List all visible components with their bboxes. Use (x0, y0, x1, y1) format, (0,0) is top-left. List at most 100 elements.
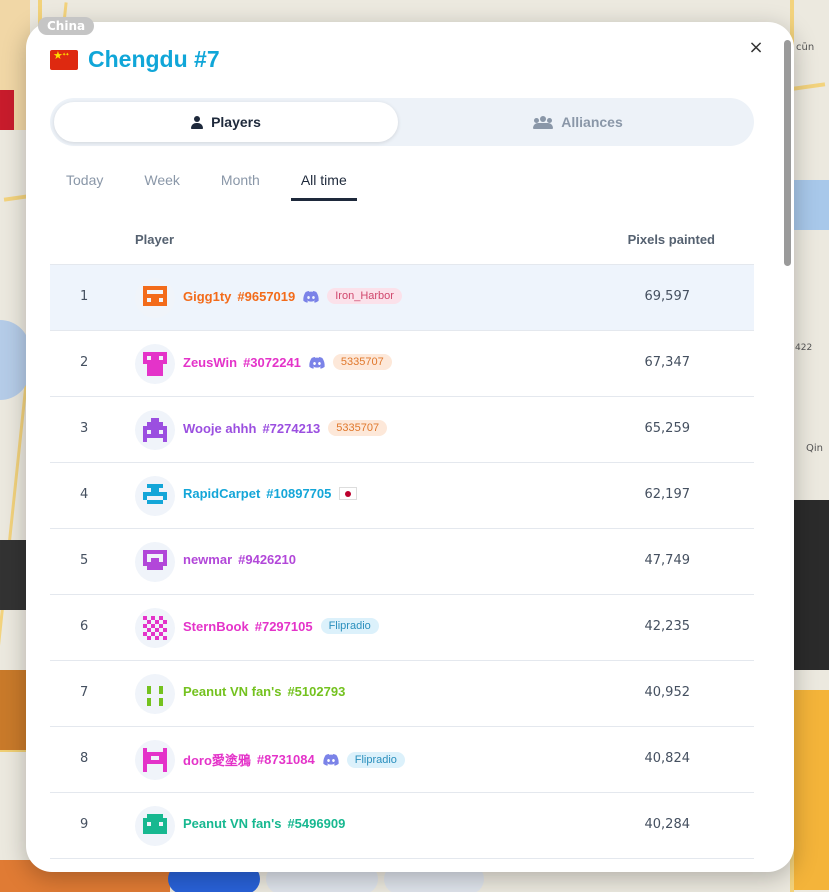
player-username[interactable]: ZeusWin (183, 355, 237, 370)
alliance-badge[interactable]: Flipradio (320, 618, 379, 634)
player-name[interactable]: SternBook #7297105 Flipradio (183, 618, 379, 634)
rank: 2 (80, 355, 89, 370)
rank: 1 (80, 289, 89, 304)
table-row[interactable]: 5 newmar #9426210 47,749 (50, 529, 754, 595)
scrollbar[interactable] (784, 40, 791, 266)
player-id: #9426210 (238, 552, 296, 567)
tab-alliances[interactable]: Alliances (406, 102, 750, 142)
table-row[interactable]: 8 doro愛塗鴉 #8731084 Flipradio 40,824 (50, 727, 754, 793)
player-name[interactable]: Gigg1ty #9657019 Iron_Harbor (183, 288, 402, 304)
map-water (794, 180, 829, 230)
table-header: Player Pixels painted (50, 222, 754, 262)
tab-alliances-label: Alliances (561, 114, 623, 130)
table-row[interactable]: 2 ZeusWin #3072241 5335707 67,347 (50, 331, 754, 397)
tab-today[interactable]: Today (56, 164, 113, 201)
users-icon (533, 115, 554, 129)
segmented-control: Players Alliances (50, 98, 754, 146)
rank: 8 (80, 751, 89, 766)
player-username[interactable]: newmar (183, 552, 232, 567)
avatar[interactable] (135, 476, 175, 516)
player-id: #8731084 (256, 752, 315, 767)
pixels-painted: 62,197 (644, 487, 691, 502)
map-art (0, 90, 14, 130)
player-id: #10897705 (266, 486, 332, 501)
player-name[interactable]: newmar #9426210 (183, 552, 296, 567)
title-row: Chengdu #7 (50, 46, 220, 73)
page-title: Chengdu #7 (88, 46, 220, 72)
column-header-pixels: Pixels painted (627, 232, 715, 247)
alliance-badge[interactable]: Flipradio (346, 751, 405, 768)
avatar[interactable] (135, 410, 175, 450)
map-art (794, 500, 829, 670)
player-id: #7297105 (254, 618, 313, 634)
player-username[interactable]: Wooje ahhh (183, 421, 256, 436)
rank: 4 (80, 487, 89, 502)
avatar[interactable] (135, 674, 175, 714)
avatar[interactable] (135, 608, 175, 648)
table-row[interactable]: 7 Peanut VN fan's #5102793 40,952 (50, 661, 754, 727)
rank: 9 (80, 817, 89, 832)
discord-icon (303, 290, 319, 303)
tab-month[interactable]: Month (211, 164, 270, 201)
player-name[interactable]: ZeusWin #3072241 5335707 (183, 354, 392, 370)
tab-all-time[interactable]: All time (290, 164, 357, 201)
avatar[interactable] (135, 542, 175, 582)
player-username[interactable]: doro愛塗鴉 (183, 750, 251, 769)
rank: 6 (80, 619, 89, 634)
tab-week[interactable]: Week (134, 164, 190, 201)
table-row[interactable]: 4 RapidCarpet #10897705 62,197 (50, 463, 754, 529)
player-name[interactable]: doro愛塗鴉 #8731084 Flipradio (183, 750, 405, 769)
player-username[interactable]: Peanut VN fan's (183, 684, 281, 699)
player-id: #3072241 (243, 354, 301, 370)
alliance-badge[interactable]: 5335707 (332, 354, 392, 370)
map-label: 422 (795, 343, 813, 353)
tab-players-label: Players (211, 114, 261, 130)
player-name[interactable]: Peanut VN fan's #5496909 (183, 816, 345, 831)
player-name[interactable]: RapidCarpet #10897705 (183, 486, 358, 501)
table-row[interactable]: 6 SternBook #7297105 Flipradio 42,235 (50, 595, 754, 661)
player-name[interactable]: Peanut VN fan's #5102793 (183, 684, 345, 699)
table-row[interactable]: 3 Wooje ahhh #7274213 5335707 65,259 (50, 397, 754, 463)
avatar[interactable] (135, 278, 175, 318)
player-username[interactable]: RapidCarpet (183, 486, 260, 501)
country-tag: China (38, 17, 95, 35)
map-art (0, 670, 26, 750)
user-icon (191, 115, 204, 129)
player-username[interactable]: SternBook (183, 619, 249, 634)
avatar[interactable] (135, 740, 175, 780)
period-tabs: Today Week Month All time (56, 164, 378, 201)
pixels-painted: 69,597 (644, 289, 691, 304)
table-row[interactable]: 9 Peanut VN fan's #5496909 40,284 (50, 793, 754, 859)
china-flag-icon (50, 49, 78, 70)
rank: 5 (80, 553, 89, 568)
tab-players[interactable]: Players (54, 102, 398, 142)
avatar[interactable] (135, 806, 175, 846)
avatar[interactable] (135, 344, 175, 384)
leaderboard-table: 1 Gigg1ty #9657019 Iron_Harbor 69,597 2 … (50, 264, 754, 859)
pixels-painted: 42,235 (644, 619, 691, 634)
pixels-painted: 40,824 (644, 751, 691, 766)
pixels-painted: 65,259 (644, 421, 691, 436)
close-button[interactable]: × (744, 36, 768, 60)
table-row[interactable]: 1 Gigg1ty #9657019 Iron_Harbor 69,597 (50, 265, 754, 331)
player-id: #9657019 (237, 288, 296, 304)
map-art (0, 540, 26, 610)
pixels-painted: 40,952 (644, 685, 691, 700)
discord-icon (309, 356, 325, 369)
pixels-painted: 47,749 (644, 553, 691, 568)
player-username[interactable]: Peanut VN fan's (183, 816, 281, 831)
pixels-painted: 67,347 (644, 355, 691, 370)
player-username[interactable]: Gigg1ty (183, 289, 231, 304)
discord-icon (323, 754, 339, 766)
pixels-painted: 40,284 (644, 817, 691, 832)
player-id: #7274213 (262, 420, 321, 436)
leaderboard-modal: × Chengdu #7 Players Alliances Today Wee… (26, 22, 794, 872)
player-id: #5496909 (287, 816, 346, 831)
alliance-badge[interactable]: Iron_Harbor (327, 288, 402, 304)
rank: 7 (80, 685, 89, 700)
map-label: cūn (796, 42, 815, 53)
player-name[interactable]: Wooje ahhh #7274213 5335707 (183, 420, 388, 436)
alliance-badge[interactable]: 5335707 (328, 420, 388, 436)
rank: 3 (80, 421, 89, 436)
map-art (794, 690, 829, 890)
